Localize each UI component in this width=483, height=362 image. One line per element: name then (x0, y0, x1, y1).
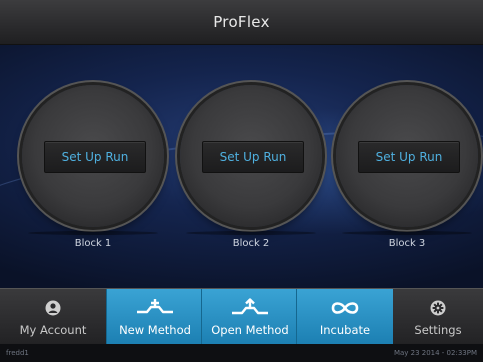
block-3: Set Up Run Block 3 (332, 85, 480, 275)
nav-new-method-button[interactable]: New Method (106, 289, 203, 345)
nav-settings-label: Settings (414, 323, 462, 337)
open-method-icon (230, 297, 270, 319)
block-3-shadow (342, 231, 472, 235)
account-icon (45, 297, 61, 319)
proflex-home-screen: ProFlex Set Up Run Block 1 Set Up Run Bl… (0, 0, 483, 362)
block-3-label: Block 3 (388, 238, 426, 249)
current-user: fredd1 (6, 349, 29, 357)
nav-my-account-button[interactable]: My Account (2, 289, 104, 345)
nav-my-account-label: My Account (19, 323, 87, 337)
gear-icon (430, 297, 446, 319)
nav-settings-button[interactable]: Settings (393, 289, 483, 345)
block-2: Set Up Run Block 2 (176, 85, 324, 275)
block-3-setup-run-button[interactable]: Set Up Run (358, 141, 460, 173)
nav-incubate-button[interactable]: Incubate (296, 289, 393, 345)
block-1-shadow (28, 231, 158, 235)
nav-open-method-button[interactable]: Open Method (201, 289, 298, 345)
block-2-setup-run-button[interactable]: Set Up Run (202, 141, 304, 173)
bottom-nav: My Account New Method Open Method Incuba… (0, 288, 483, 345)
date-time: May 23 2014 - 02:33PM (393, 349, 477, 357)
infinity-icon (330, 297, 360, 319)
nav-incubate-label: Incubate (319, 323, 371, 337)
nav-new-method-label: New Method (119, 323, 191, 337)
new-method-icon (135, 297, 175, 319)
nav-open-method-label: Open Method (211, 323, 289, 337)
block-1-setup-run-button[interactable]: Set Up Run (44, 141, 146, 173)
block-2-shadow (186, 231, 316, 235)
block-1: Set Up Run Block 1 (18, 85, 166, 275)
app-title: ProFlex (213, 13, 270, 31)
blocks-area: Set Up Run Block 1 Set Up Run Block 2 Se… (0, 45, 483, 288)
block-1-label: Block 1 (74, 238, 112, 249)
title-bar: ProFlex (0, 0, 483, 45)
block-2-label: Block 2 (232, 238, 270, 249)
status-bar: fredd1 May 23 2014 - 02:33PM (0, 344, 483, 362)
